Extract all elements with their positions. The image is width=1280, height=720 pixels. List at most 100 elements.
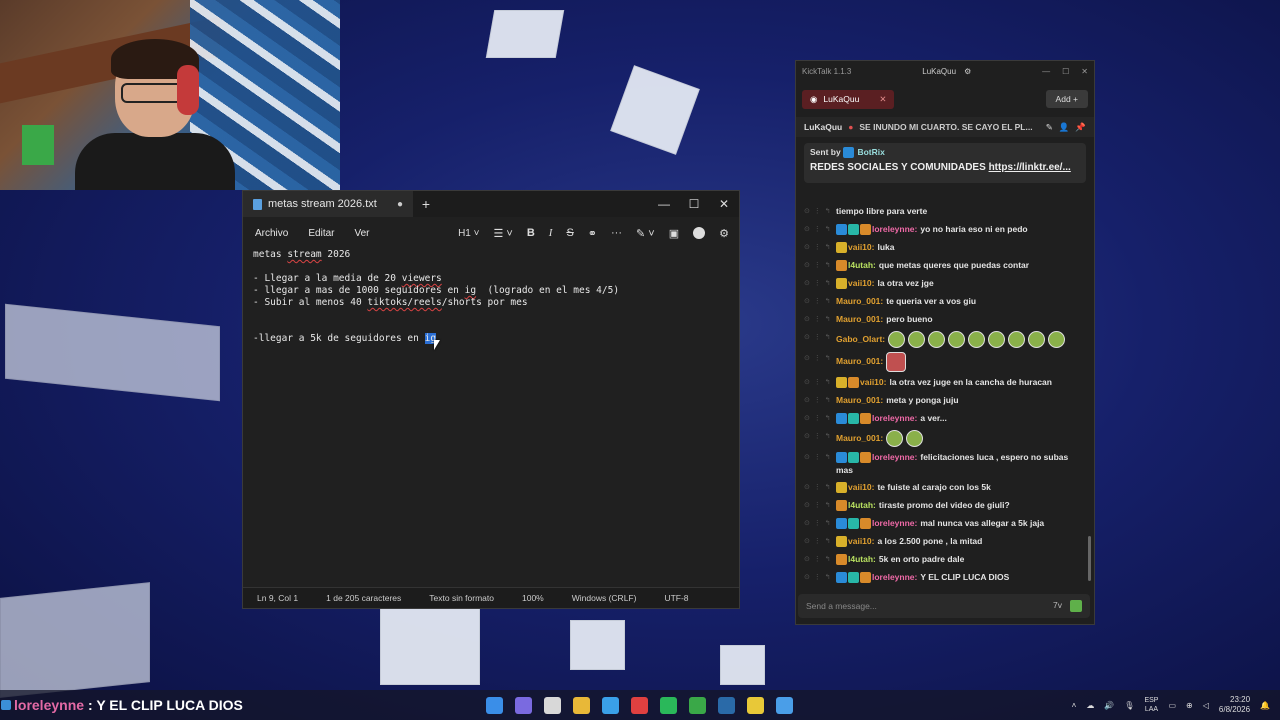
- chat-username[interactable]: vaii10:: [848, 536, 874, 546]
- taskbar-app-icon[interactable]: [776, 696, 793, 714]
- message-actions-icon[interactable]: ⊙ ⋮ ↰: [804, 241, 836, 254]
- chat-message[interactable]: ⊙ ⋮ ↰ vaii10: a los 2.500 pone , la mitad: [796, 533, 1086, 551]
- taskbar-app-icon[interactable]: [486, 696, 503, 714]
- message-actions-icon[interactable]: ⊙ ⋮ ↰: [804, 205, 836, 218]
- chat-username[interactable]: Mauro_001:: [836, 296, 883, 306]
- chat-message[interactable]: ⊙ ⋮ ↰ tiempo libre para verte: [796, 203, 1086, 221]
- volume-icon[interactable]: 🔊: [1104, 701, 1114, 710]
- chat-message[interactable]: ⊙ ⋮ ↰ l4utah: que metas queres que puedas …: [796, 257, 1086, 275]
- status-format[interactable]: Texto sin formato: [415, 593, 508, 603]
- message-actions-icon[interactable]: ⊙ ⋮ ↰: [804, 313, 836, 326]
- chat-message[interactable]: ⊙ ⋮ ↰ Gabo_Olart:: [796, 329, 1086, 350]
- chat-username[interactable]: l4utah:: [848, 554, 876, 564]
- list-icon[interactable]: ☰ ˅: [493, 227, 512, 240]
- add-button[interactable]: Add +: [1045, 90, 1088, 108]
- more-icon[interactable]: ···: [611, 227, 622, 239]
- user-icon[interactable]: 👤: [1059, 122, 1070, 133]
- chat-scrollbar[interactable]: [1088, 536, 1091, 581]
- message-actions-icon[interactable]: ⊙ ⋮ ↰: [804, 376, 836, 389]
- chat-message[interactable]: ⊙ ⋮ ↰ vaii10: la otra vez juge en la canch…: [796, 374, 1086, 392]
- chat-username[interactable]: vaii10:: [848, 482, 874, 492]
- message-actions-icon[interactable]: ⊙ ⋮ ↰: [804, 259, 836, 272]
- status-zoom[interactable]: 100%: [508, 593, 558, 603]
- status-eol[interactable]: Windows (CRLF): [558, 593, 651, 603]
- maximize-button[interactable]: ☐: [1062, 67, 1069, 76]
- message-actions-icon[interactable]: ⊙ ⋮ ↰: [804, 223, 836, 236]
- chat-message[interactable]: ⊙ ⋮ ↰ Mauro_001: te queria ver a vos giu: [796, 293, 1086, 311]
- message-actions-icon[interactable]: ⊙ ⋮ ↰: [804, 295, 836, 308]
- pin-icon[interactable]: 📌: [1075, 122, 1086, 133]
- message-actions-icon[interactable]: ⊙ ⋮ ↰: [804, 430, 836, 443]
- new-tab-button[interactable]: +: [413, 196, 439, 212]
- notepad-text-area[interactable]: metas stream 2026 - Llegar a la media de …: [253, 249, 619, 345]
- clock[interactable]: 23:20 6/8/2026: [1219, 695, 1250, 715]
- message-actions-icon[interactable]: ⊙ ⋮ ↰: [804, 571, 836, 584]
- chat-message[interactable]: ⊙ ⋮ ↰ vaii10: la otra vez jge: [796, 275, 1086, 293]
- chat-message[interactable]: ⊙ ⋮ ↰ loreleynne: yo no haria eso ni en pe…: [796, 221, 1086, 239]
- maximize-button[interactable]: ☐: [679, 197, 709, 211]
- taskbar-app-icon[interactable]: [573, 696, 590, 714]
- chat-message[interactable]: ⊙ ⋮ ↰ Mauro_001: meta y ponga juju: [796, 392, 1086, 410]
- account-icon[interactable]: [693, 227, 706, 239]
- chat-username[interactable]: loreleynne:: [872, 518, 917, 528]
- notepad-tab[interactable]: metas stream 2026.txt ●: [243, 191, 413, 217]
- taskbar-app-icon[interactable]: [631, 696, 648, 714]
- message-actions-icon[interactable]: ⊙ ⋮ ↰: [804, 412, 836, 425]
- chat-message[interactable]: ⊙ ⋮ ↰ loreleynne: a ver...: [796, 410, 1086, 428]
- chat-input[interactable]: Send a message... 7v: [798, 594, 1090, 618]
- message-actions-icon[interactable]: ⊙ ⋮ ↰: [804, 352, 836, 365]
- link-icon[interactable]: ⚭: [588, 227, 597, 240]
- chat-message[interactable]: ⊙ ⋮ ↰ vaii10: luka: [796, 239, 1086, 257]
- cloud-icon[interactable]: ☁: [1086, 701, 1094, 710]
- chat-username[interactable]: loreleynne:: [872, 572, 917, 582]
- minimize-button[interactable]: —: [1042, 67, 1050, 76]
- chat-username[interactable]: vaii10:: [848, 242, 874, 252]
- strikethrough-icon[interactable]: S: [566, 227, 573, 239]
- chat-message[interactable]: ⊙ ⋮ ↰ loreleynne: Y EL CLIP LUCA DIOS: [796, 569, 1086, 587]
- taskbar-app-icon[interactable]: [660, 696, 677, 714]
- chat-message[interactable]: ⊙ ⋮ ↰ l4utah: tiraste promo del video de g…: [796, 497, 1086, 515]
- network-icon[interactable]: ⊕: [1186, 701, 1193, 710]
- message-actions-icon[interactable]: ⊙ ⋮ ↰: [804, 277, 836, 290]
- display-icon[interactable]: ▭: [1168, 701, 1176, 710]
- message-actions-icon[interactable]: ⊙ ⋮ ↰: [804, 499, 836, 512]
- copilot-icon[interactable]: ✎ ˅: [636, 227, 655, 240]
- status-encoding[interactable]: UTF-8: [650, 593, 702, 603]
- heading-dropdown[interactable]: H1 ˅: [458, 228, 479, 239]
- settings-icon[interactable]: ⚙: [719, 227, 729, 240]
- chat-message[interactable]: ⊙ ⋮ ↰ loreleynne: mal nunca vas allegar a …: [796, 515, 1086, 533]
- tab-lukaquu[interactable]: ◉ LuKaQuu ✕: [802, 89, 895, 109]
- chat-username[interactable]: loreleynne:: [872, 413, 917, 423]
- chat-message[interactable]: ⊙ ⋮ ↰ Mauro_001:: [796, 350, 1086, 374]
- taskbar-app-icon[interactable]: [718, 696, 735, 714]
- close-button[interactable]: ✕: [709, 197, 739, 211]
- message-actions-icon[interactable]: ⊙ ⋮ ↰: [804, 451, 836, 464]
- taskbar-app-icon[interactable]: [515, 696, 532, 714]
- emote-icon[interactable]: [1070, 600, 1082, 612]
- volume-tray-icon[interactable]: ◁: [1203, 701, 1209, 710]
- settings-icon[interactable]: ⚙: [964, 67, 971, 76]
- chat-username[interactable]: loreleynne:: [872, 452, 917, 462]
- taskbar-app-icon[interactable]: [602, 696, 619, 714]
- microphone-icon[interactable]: 🎙: [1124, 701, 1134, 710]
- feedback-icon[interactable]: ▣: [669, 227, 679, 240]
- message-actions-icon[interactable]: ⊙ ⋮ ↰: [804, 394, 836, 407]
- message-actions-icon[interactable]: ⊙ ⋮ ↰: [804, 553, 836, 566]
- menu-archivo[interactable]: Archivo: [249, 228, 294, 239]
- chat-username[interactable]: Mauro_001:: [836, 356, 883, 366]
- menu-editar[interactable]: Editar: [302, 228, 340, 239]
- language-indicator[interactable]: ESP LAA: [1144, 696, 1158, 714]
- account-name[interactable]: LuKaQuu: [922, 67, 956, 76]
- chat-message[interactable]: ⊙ ⋮ ↰ Mauro_001:: [796, 428, 1086, 449]
- message-actions-icon[interactable]: ⊙ ⋮ ↰: [804, 535, 836, 548]
- pencil-icon[interactable]: ✎: [1046, 122, 1053, 133]
- taskbar-app-icon[interactable]: [544, 696, 561, 714]
- close-tab-icon[interactable]: ✕: [879, 94, 886, 105]
- chat-username[interactable]: l4utah:: [848, 500, 876, 510]
- chat-username[interactable]: Gabo_Olart:: [836, 334, 885, 344]
- chat-username[interactable]: Mauro_001:: [836, 395, 883, 405]
- chat-message[interactable]: ⊙ ⋮ ↰ l4utah: 5k en orto padre dale: [796, 551, 1086, 569]
- message-actions-icon[interactable]: ⊙ ⋮ ↰: [804, 517, 836, 530]
- chat-username[interactable]: Mauro_001:: [836, 314, 883, 324]
- chat-username[interactable]: l4utah:: [848, 260, 876, 270]
